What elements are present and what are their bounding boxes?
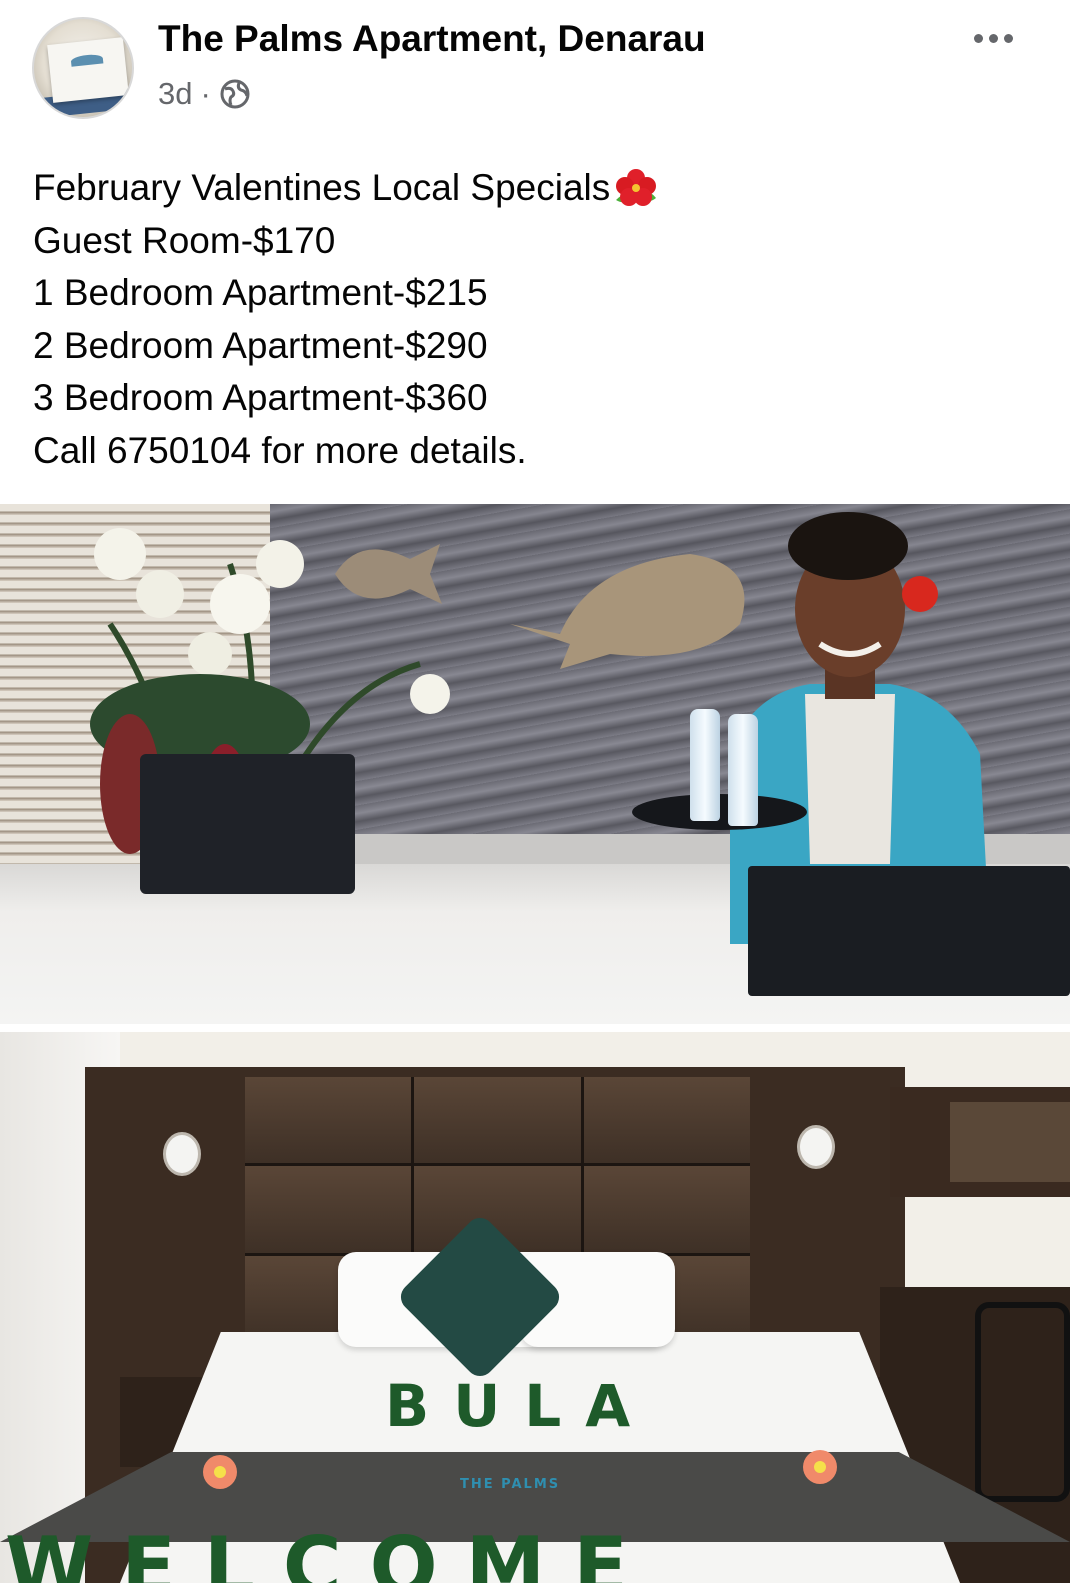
- post-text-line: 3 Bedroom Apartment-$360: [33, 377, 488, 418]
- post-text-line: 1 Bedroom Apartment-$215: [33, 272, 488, 313]
- page-name-link[interactable]: The Palms Apartment, Denarau: [158, 18, 706, 60]
- post-text-line: 2 Bedroom Apartment-$290: [33, 324, 488, 366]
- post-text-line: February Valentines Local Specials: [33, 162, 1053, 215]
- post-text: February Valentines Local Specials Guest…: [33, 162, 1053, 477]
- more-options-icon[interactable]: [974, 28, 1020, 48]
- bed-welcome-text: WELCOME: [5, 1520, 656, 1583]
- bedroom-photo[interactable]: BULA THE PALMS WELCOME: [0, 1032, 1070, 1583]
- globe-icon: [220, 79, 250, 109]
- page-avatar[interactable]: [32, 17, 134, 119]
- post-text-line: Guest Room-$170: [33, 219, 336, 261]
- bed-leaf-text: BULA: [385, 1372, 655, 1440]
- runner-logo-text: THE PALMS: [460, 1477, 561, 1492]
- hibiscus-icon: [616, 169, 657, 206]
- post-text-line: Call 6750104 for more details.: [33, 429, 527, 471]
- post-time[interactable]: 3d: [158, 76, 192, 112]
- reception-photo[interactable]: [0, 504, 1070, 1024]
- post-text-line-text: February Valentines Local Specials: [33, 167, 611, 208]
- post-header: The Palms Apartment, Denarau 3d ·: [0, 0, 1080, 130]
- post-meta: 3d ·: [158, 76, 251, 112]
- meta-separator: ·: [200, 76, 211, 111]
